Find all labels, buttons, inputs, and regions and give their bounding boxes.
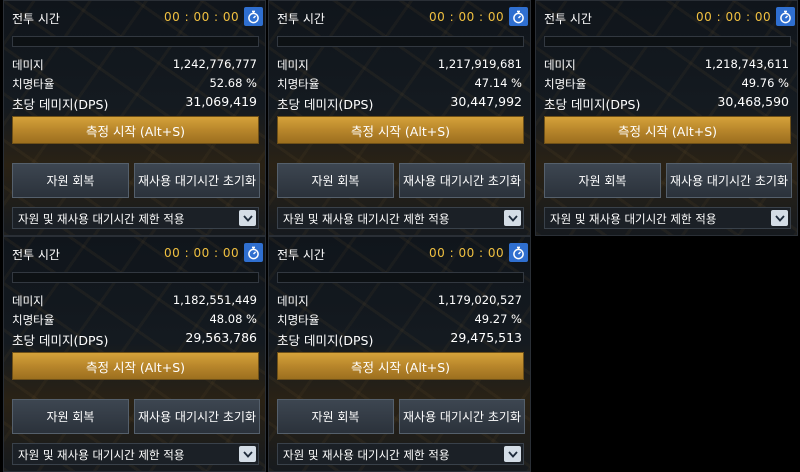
- dps-meter-panel-5: 전투 시간 00 : 00 : 00 데미지 1,179,020,527 치명타…: [268, 236, 531, 472]
- crit-rate-label: 치명타율: [544, 77, 587, 91]
- stopwatch-icon: [513, 10, 524, 23]
- start-measure-button[interactable]: 측정 시작 (Alt+S): [277, 116, 524, 144]
- limit-dropdown-label: 자원 및 재사용 대기시간 제한 적용: [283, 448, 450, 462]
- combat-timer: 00 : 00 : 00: [164, 246, 240, 260]
- limit-dropdown[interactable]: 자원 및 재사용 대기시간 제한 적용: [544, 207, 791, 229]
- stopwatch-icon: [248, 10, 259, 23]
- damage-label: 데미지: [12, 294, 44, 308]
- combat-timer: 00 : 00 : 00: [429, 10, 505, 24]
- damage-label: 데미지: [544, 58, 576, 72]
- recover-resource-button[interactable]: 자원 회복: [277, 399, 394, 434]
- recover-resource-button[interactable]: 자원 회복: [12, 163, 129, 198]
- dps-value: 30,447,992: [450, 94, 522, 109]
- dps-meter-panel-1: 전투 시간 00 : 00 : 00 데미지 1,242,776,777 치명타…: [3, 0, 266, 236]
- crit-rate-value: 49.27 %: [474, 312, 522, 326]
- crit-rate-label: 치명타율: [277, 313, 320, 327]
- limit-dropdown[interactable]: 자원 및 재사용 대기시간 제한 적용: [277, 443, 524, 465]
- limit-dropdown-label: 자원 및 재사용 대기시간 제한 적용: [283, 212, 450, 226]
- dps-value: 29,563,786: [185, 330, 257, 345]
- stopwatch-button[interactable]: [509, 7, 528, 26]
- dps-label: 초당 데미지(DPS): [12, 333, 109, 348]
- damage-value: 1,182,551,449: [172, 293, 257, 307]
- combat-timer: 00 : 00 : 00: [164, 10, 240, 24]
- damage-value: 1,179,020,527: [437, 293, 522, 307]
- crit-rate-value: 48.08 %: [209, 312, 257, 326]
- limit-dropdown[interactable]: 자원 및 재사용 대기시간 제한 적용: [12, 443, 259, 465]
- crit-rate-label: 치명타율: [12, 77, 55, 91]
- crit-rate-value: 52.68 %: [209, 76, 257, 90]
- dps-label: 초당 데미지(DPS): [12, 97, 109, 112]
- damage-value: 1,242,776,777: [172, 57, 257, 71]
- dps-meter-panel-4: 전투 시간 00 : 00 : 00 데미지 1,182,551,449 치명타…: [3, 236, 266, 472]
- combat-progress-bar: [12, 272, 259, 283]
- crit-rate-value: 47.14 %: [474, 76, 522, 90]
- dps-meter-panel-3: 전투 시간 00 : 00 : 00 데미지 1,218,743,611 치명타…: [535, 0, 798, 236]
- reset-cooldown-button[interactable]: 재사용 대기시간 초기화: [134, 163, 260, 198]
- limit-dropdown[interactable]: 자원 및 재사용 대기시간 제한 적용: [277, 207, 524, 229]
- combat-time-label: 전투 시간: [277, 248, 325, 262]
- chevron-down-icon[interactable]: [239, 210, 256, 226]
- dps-value: 29,475,513: [450, 330, 522, 345]
- limit-dropdown[interactable]: 자원 및 재사용 대기시간 제한 적용: [12, 207, 259, 229]
- damage-value: 1,218,743,611: [704, 57, 789, 71]
- stopwatch-button[interactable]: [244, 7, 263, 26]
- chevron-down-icon[interactable]: [504, 446, 521, 462]
- reset-cooldown-button[interactable]: 재사용 대기시간 초기화: [666, 163, 792, 198]
- crit-rate-value: 49.76 %: [741, 76, 789, 90]
- limit-dropdown-label: 자원 및 재사용 대기시간 제한 적용: [550, 212, 717, 226]
- combat-progress-bar: [277, 36, 524, 47]
- stopwatch-icon: [513, 246, 524, 259]
- crit-rate-label: 치명타율: [12, 313, 55, 327]
- combat-progress-bar: [277, 272, 524, 283]
- damage-value: 1,217,919,681: [437, 57, 522, 71]
- combat-time-label: 전투 시간: [277, 12, 325, 26]
- combat-progress-bar: [12, 36, 259, 47]
- limit-dropdown-label: 자원 및 재사용 대기시간 제한 적용: [18, 212, 185, 226]
- combat-time-label: 전투 시간: [12, 248, 60, 262]
- dps-meter-panel-2: 전투 시간 00 : 00 : 00 데미지 1,217,919,681 치명타…: [268, 0, 531, 236]
- stopwatch-icon: [248, 246, 259, 259]
- limit-dropdown-label: 자원 및 재사용 대기시간 제한 적용: [18, 448, 185, 462]
- combat-time-label: 전투 시간: [12, 12, 60, 26]
- dps-label: 초당 데미지(DPS): [277, 333, 374, 348]
- damage-label: 데미지: [12, 58, 44, 72]
- reset-cooldown-button[interactable]: 재사용 대기시간 초기화: [134, 399, 260, 434]
- stopwatch-button[interactable]: [509, 243, 528, 262]
- combat-timer: 00 : 00 : 00: [429, 246, 505, 260]
- stopwatch-button[interactable]: [776, 7, 795, 26]
- combat-progress-bar: [544, 36, 791, 47]
- start-measure-button[interactable]: 측정 시작 (Alt+S): [12, 352, 259, 380]
- recover-resource-button[interactable]: 자원 회복: [277, 163, 394, 198]
- chevron-down-icon[interactable]: [239, 446, 256, 462]
- dps-value: 31,069,419: [185, 94, 257, 109]
- combat-timer: 00 : 00 : 00: [696, 10, 772, 24]
- damage-label: 데미지: [277, 294, 309, 308]
- dps-label: 초당 데미지(DPS): [277, 97, 374, 112]
- dps-value: 30,468,590: [717, 94, 789, 109]
- recover-resource-button[interactable]: 자원 회복: [12, 399, 129, 434]
- stopwatch-button[interactable]: [244, 243, 263, 262]
- start-measure-button[interactable]: 측정 시작 (Alt+S): [544, 116, 791, 144]
- combat-time-label: 전투 시간: [544, 12, 592, 26]
- stopwatch-icon: [780, 10, 791, 23]
- crit-rate-label: 치명타율: [277, 77, 320, 91]
- chevron-down-icon[interactable]: [504, 210, 521, 226]
- start-measure-button[interactable]: 측정 시작 (Alt+S): [12, 116, 259, 144]
- reset-cooldown-button[interactable]: 재사용 대기시간 초기화: [399, 399, 525, 434]
- recover-resource-button[interactable]: 자원 회복: [544, 163, 661, 198]
- chevron-down-icon[interactable]: [771, 210, 788, 226]
- dps-label: 초당 데미지(DPS): [544, 97, 641, 112]
- start-measure-button[interactable]: 측정 시작 (Alt+S): [277, 352, 524, 380]
- damage-label: 데미지: [277, 58, 309, 72]
- reset-cooldown-button[interactable]: 재사용 대기시간 초기화: [399, 163, 525, 198]
